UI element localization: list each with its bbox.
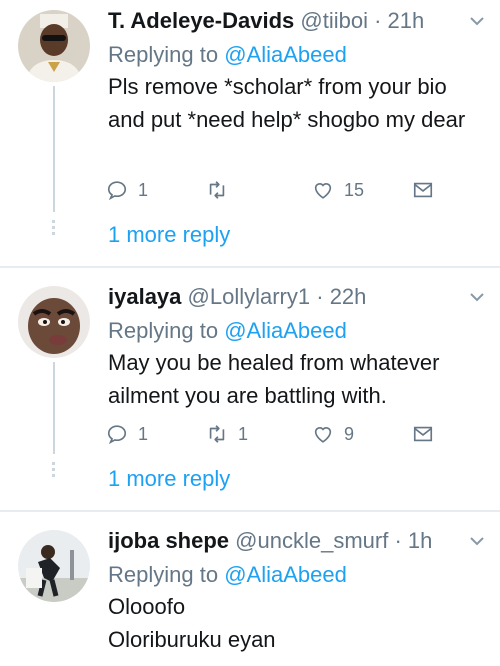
tweet-text: Olooofo Oloriburuku eyan: [108, 590, 488, 656]
tweet-text-line: Oloriburuku eyan: [108, 627, 276, 652]
username[interactable]: @Lollylarry1: [188, 284, 311, 309]
reply-button[interactable]: 1: [106, 421, 148, 447]
display-name[interactable]: T. Adeleye-Davids: [108, 8, 294, 33]
avatar[interactable]: [18, 286, 90, 358]
avatar-image: [18, 10, 90, 82]
chevron-down-icon[interactable]: [468, 532, 486, 550]
avatar[interactable]: [18, 10, 90, 82]
divider: [0, 510, 500, 512]
replying-prefix: Replying to: [108, 42, 225, 67]
action-bar: 1 15: [106, 177, 436, 203]
chevron-down-icon[interactable]: [468, 12, 486, 30]
display-name[interactable]: ijoba shepe: [108, 528, 229, 553]
replying-to: Replying to @AliaAbeed: [108, 318, 347, 344]
thread-dots: [52, 462, 55, 480]
like-count: 9: [344, 423, 355, 444]
like-button[interactable]: 9: [312, 421, 354, 447]
timestamp[interactable]: · 21h: [374, 8, 424, 33]
retweet-button[interactable]: [206, 177, 238, 203]
replying-handle-link[interactable]: @AliaAbeed: [224, 562, 347, 587]
replying-handle-link[interactable]: @AliaAbeed: [224, 42, 347, 67]
display-name[interactable]: iyalaya: [108, 284, 181, 309]
avatar-image: [18, 286, 90, 358]
chevron-down-icon[interactable]: [468, 288, 486, 306]
heart-icon: [312, 179, 334, 201]
reply-icon: [106, 179, 128, 201]
reply-count: 1: [138, 423, 149, 444]
tweet-text-line: Olooofo: [108, 594, 186, 619]
timestamp[interactable]: · 1h: [394, 528, 432, 553]
retweet-count: 1: [238, 423, 249, 444]
reply-icon: [106, 423, 128, 445]
reply-count: 1: [138, 179, 149, 200]
tweet-text: May you be healed from whatever ailment …: [108, 350, 440, 408]
retweet-icon: [206, 423, 228, 445]
thread-line: [53, 362, 55, 454]
timestamp[interactable]: · 22h: [316, 284, 366, 309]
tweet-header: ijoba shepe @unckle_smurf · 1h: [108, 528, 432, 554]
like-count: 15: [344, 179, 365, 200]
more-replies-link[interactable]: 1 more reply: [108, 222, 230, 248]
tweet-text: Pls remove *scholar* from your bio and p…: [108, 74, 466, 132]
more-replies-link[interactable]: 1 more reply: [108, 466, 230, 492]
like-button[interactable]: 15: [312, 177, 364, 203]
action-bar: 1 1 9: [106, 421, 436, 447]
replying-to: Replying to @AliaAbeed: [108, 42, 347, 68]
avatar-image: [18, 530, 90, 602]
username[interactable]: @unckle_smurf: [235, 528, 388, 553]
envelope-icon: [412, 179, 434, 201]
username[interactable]: @tiiboi: [300, 8, 368, 33]
heart-icon: [312, 423, 334, 445]
divider: [0, 266, 500, 268]
retweet-button[interactable]: 1: [206, 421, 248, 447]
reply-button[interactable]: 1: [106, 177, 148, 203]
envelope-icon: [412, 423, 434, 445]
tweet-header: T. Adeleye-Davids @tiiboi · 21h: [108, 8, 424, 34]
replying-prefix: Replying to: [108, 318, 225, 343]
retweet-icon: [206, 179, 228, 201]
direct-message-button[interactable]: [412, 177, 434, 203]
avatar[interactable]: [18, 530, 90, 602]
direct-message-button[interactable]: [412, 421, 434, 447]
replying-to: Replying to @AliaAbeed: [108, 562, 347, 588]
replying-handle-link[interactable]: @AliaAbeed: [224, 318, 347, 343]
replying-prefix: Replying to: [108, 562, 225, 587]
thread-dots: [52, 220, 55, 238]
tweet-header: iyalaya @Lollylarry1 · 22h: [108, 284, 366, 310]
thread-line: [53, 86, 55, 212]
